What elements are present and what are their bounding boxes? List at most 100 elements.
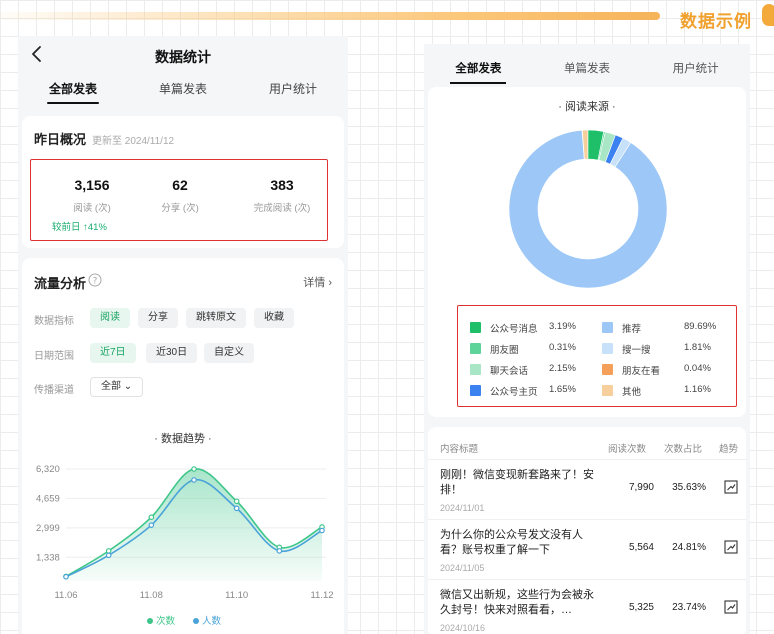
channel-row-label: 传播渠道 <box>34 385 74 396</box>
content-table-card: 内容标题 阅读次数 次数占比 趋势 刚刚！微信变现新套路来了！安排！ 2024/… <box>428 427 746 634</box>
row-title: 刚刚！微信变现新套路来了！安排！ <box>440 469 594 496</box>
metric-shares-label: 分享 (次) <box>161 203 199 214</box>
row-ratio: 35.63% <box>672 482 706 493</box>
left-phone-panel: 数据统计 全部发表 单篇发表 用户统计 昨日概况 更新至 2024/11/12 … <box>18 36 348 634</box>
legend-item: 公众号主页 1.65% <box>470 384 600 398</box>
overview-updated: 更新至 2024/11/12 <box>92 136 175 147</box>
legend-swatch <box>602 322 613 333</box>
trend-area <box>66 468 322 581</box>
row-date: 2024/11/05 <box>440 563 485 573</box>
data-point <box>233 498 240 505</box>
read-source-card: · 阅读来源 · 公众号消息 3.19% 朋友圈 0.31% 聊天会话 2.15% 公众号主… <box>428 87 746 417</box>
metric-completed-label: 完成阅读 (次) <box>253 203 311 214</box>
flow-title: 流量分析 <box>34 276 87 291</box>
chip-share[interactable]: 分享 <box>138 308 178 328</box>
tab-all-posts[interactable]: 全部发表 <box>18 74 128 108</box>
overview-title: 昨日概况 <box>34 132 87 147</box>
header-gradient-bar <box>0 12 660 20</box>
chip-jump-original[interactable]: 跳转原文 <box>186 308 246 328</box>
legend-item: 聊天会话 2.15% <box>470 363 600 377</box>
legend-percent: 2.15% <box>549 363 576 374</box>
right-tab-single-post[interactable]: 单篇发表 <box>533 44 642 82</box>
y-tick-label: 6,320 <box>36 464 60 475</box>
legend-swatch <box>602 343 613 354</box>
legend-item: 搜一搜 1.81% <box>602 342 732 356</box>
data-point <box>233 505 240 512</box>
legend-swatch <box>602 364 613 375</box>
legend-swatch <box>470 322 481 333</box>
chip-custom[interactable]: 自定义 <box>204 343 254 363</box>
page-title: 数据统计 <box>155 49 211 65</box>
col-header-trend: 趋势 <box>719 444 739 455</box>
tab-bar: 全部发表 单篇发表 用户统计 <box>18 74 348 108</box>
data-point <box>105 548 112 554</box>
metric-shares: 62 分享 (次) <box>130 177 230 214</box>
legend-percent: 1.65% <box>549 384 576 395</box>
legend-swatch <box>193 618 199 624</box>
row-ratio: 24.81% <box>672 542 706 553</box>
pie-chart-title: · 阅读来源 · <box>558 101 616 113</box>
col-header-reads: 阅读次数 <box>608 444 647 455</box>
legend-percent: 3.19% <box>549 321 576 332</box>
chip-last-30-days[interactable]: 近30日 <box>146 343 198 363</box>
svg-text:?: ? <box>93 277 98 287</box>
legend-name: 推荐 <box>622 324 642 335</box>
legend-item: 朋友圈 0.31% <box>470 342 600 356</box>
tab-user-stats[interactable]: 用户统计 <box>238 74 348 108</box>
legend-name: 聊天会话 <box>490 366 529 377</box>
nav-bar: 数据统计 <box>18 36 348 74</box>
legend-percent: 0.04% <box>684 363 711 374</box>
table-row[interactable]: 为什么你的公众号发文没有人看？账号权重了解一下 2024/11/05 5,564… <box>428 519 746 579</box>
legend-percent: 0.31% <box>549 342 576 353</box>
legend-swatch <box>602 385 613 396</box>
x-tick-label: 11.08 <box>140 590 163 601</box>
row-date: 2024/10/16 <box>440 623 486 633</box>
channel-dropdown[interactable]: 全部 ⌄ <box>90 377 144 397</box>
table-row[interactable]: 刚刚！微信变现新套路来了！安排！ 2024/11/01 7,990 35.63% <box>428 459 746 519</box>
metric-shares-value: 62 <box>172 177 188 193</box>
date-range-row-label: 日期范围 <box>34 351 74 362</box>
data-point <box>63 573 69 580</box>
legend-item: 其他 1.16% <box>602 384 732 398</box>
help-icon[interactable]: ? <box>88 273 102 287</box>
metric-completed: 383 完成阅读 (次) <box>232 177 332 214</box>
legend-name: 公众号消息 <box>490 324 538 335</box>
trend-chart-icon[interactable] <box>724 600 738 614</box>
row-date: 2024/11/01 <box>440 503 485 513</box>
legend-name: 朋友圈 <box>490 345 519 356</box>
legend-item: 公众号消息 3.19% <box>470 321 600 335</box>
row-ratio: 23.74% <box>672 602 706 613</box>
legend-percent: 1.81% <box>684 342 711 353</box>
legend-percent: 89.69% <box>684 321 717 332</box>
legend-item: 推荐 89.69% <box>602 321 732 335</box>
chip-favorite[interactable]: 收藏 <box>254 308 294 328</box>
right-phone-panel: 全部发表 单篇发表 用户统计 · 阅读来源 · 公众号消息 3.19% 朋友圈 0.3… <box>424 44 750 634</box>
traffic-analysis-card: 流量分析 ? 详情 › 数据指标 阅读 分享 跳转原文 收藏 日期范围 近7日 … <box>22 258 344 634</box>
right-tab-bar: 全部发表 单篇发表 用户统计 <box>424 44 750 84</box>
chip-read[interactable]: 阅读 <box>90 308 130 328</box>
data-point <box>276 548 283 554</box>
banner-decoration-icon <box>762 4 774 26</box>
trend-chart-icon[interactable] <box>724 480 738 494</box>
y-tick-label: 4,659 <box>36 493 60 504</box>
right-tab-all-posts[interactable]: 全部发表 <box>424 44 533 84</box>
yesterday-overview-card: 昨日概况 更新至 2024/11/12 3,156 阅读 (次) 62 分享 (… <box>22 116 344 248</box>
legend-name: 其他 <box>622 387 642 398</box>
row-count: 5,325 <box>628 602 654 613</box>
tab-single-post[interactable]: 单篇发表 <box>128 74 238 108</box>
chip-last-7-days[interactable]: 近7日 <box>90 343 136 363</box>
detail-link[interactable]: 详情 › <box>303 274 332 290</box>
col-header-ratio: 次数占比 <box>664 444 703 455</box>
trend-chart-icon[interactable] <box>724 540 738 554</box>
metric-reads-value: 3,156 <box>74 177 110 193</box>
legend-label: 人数 <box>202 615 222 627</box>
x-tick-label: 11.06 <box>54 590 77 601</box>
trend-chart: 1,338 2,999 4,659 6,320 11.06 11.08 11.10 11.12… <box>36 464 334 627</box>
right-tab-user-stats[interactable]: 用户统计 <box>641 44 750 82</box>
data-point <box>148 514 155 521</box>
row-count: 7,990 <box>628 482 654 493</box>
x-tick-label: 11.10 <box>225 590 248 601</box>
metric-completed-value: 383 <box>270 177 294 193</box>
legend-swatch <box>470 385 481 396</box>
table-row[interactable]: 微信又出新规，这些行为会被永久封号！快来对照看看，… 2024/10/16 5,… <box>428 579 746 634</box>
